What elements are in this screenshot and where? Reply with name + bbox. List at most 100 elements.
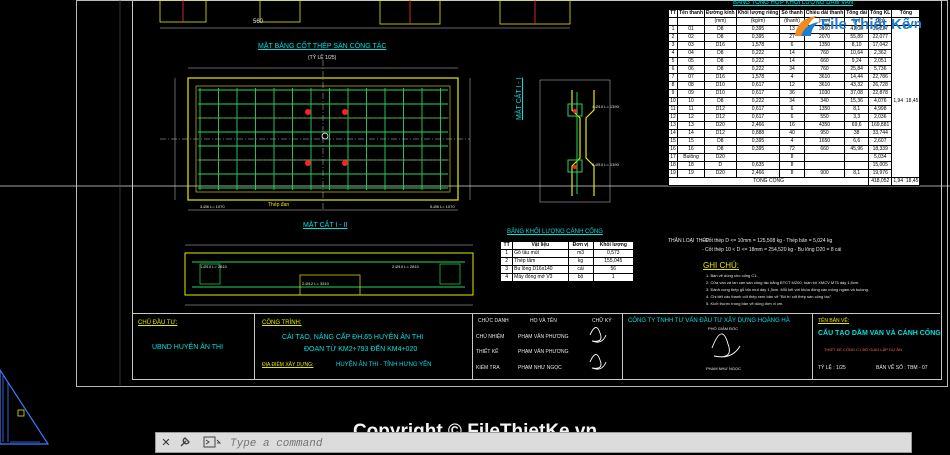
location-label: ĐỊA ĐIỂM XÂY DỰNG: xyxy=(262,362,314,368)
close-icon[interactable]: ✕ xyxy=(160,436,172,450)
command-prompt-icon[interactable] xyxy=(202,436,224,450)
table-cell: 6 xyxy=(779,105,805,114)
person-name: PHẠM VĂN PHƯƠNG xyxy=(518,334,569,340)
table-cell: 34 xyxy=(779,65,805,74)
table-cell: 01 xyxy=(677,25,705,34)
summary-table-body: 1 01 D8 0,395 13 3160 41,08 16,227 1,94 18,45 2 02… xyxy=(667,25,921,186)
col-header: Đơn vị xyxy=(567,241,594,250)
table-cell: 17,042 xyxy=(868,41,893,50)
table-cell: 08 xyxy=(677,81,705,90)
project-name: CẢI TẠO, NÂNG CẤP ĐH.65 HUYỆN ÂN THI xyxy=(282,334,424,341)
table-cell: 19 xyxy=(677,169,705,178)
table-cell: 38 xyxy=(844,129,870,138)
table-row: 14 14 D12 0,888 40 950 38 33,744 xyxy=(667,129,920,138)
table-cell: 18 xyxy=(667,161,679,170)
table-cell: 0,635 xyxy=(735,161,781,170)
table-cell: 4,076 xyxy=(868,97,893,106)
table-cell: 12 xyxy=(677,113,705,122)
table-cell: 37,08 xyxy=(844,89,870,98)
table-cell: D8 xyxy=(704,25,737,34)
summary-line: - Cốt thép 10 < D <= 18mm = 254,520 kg -… xyxy=(702,247,842,253)
table-cell: 4 xyxy=(499,273,514,282)
table-cell xyxy=(803,153,846,162)
table-cell: 17 xyxy=(667,153,679,162)
table-cell: Gỗ tấu mút xyxy=(512,249,569,258)
table-row: 4 04 D8 0,222 14 760 10,64 2,362 xyxy=(667,49,920,58)
role: THIẾT KẾ xyxy=(476,349,499,355)
table-cell: 0,617 xyxy=(735,105,781,114)
table-cell xyxy=(844,153,870,162)
table-cell: 13 xyxy=(667,121,679,130)
table-cell: 8 xyxy=(667,81,679,90)
table-cell: 04 xyxy=(677,49,705,58)
table-cell: 9,24 xyxy=(844,57,870,66)
table-cell: 4350 xyxy=(803,121,846,130)
command-line-bar[interactable]: ✕ xyxy=(155,432,912,453)
table-cell: 2 xyxy=(499,257,514,266)
table-cell: 1 xyxy=(592,273,635,282)
director-name: PHẠM NHƯ NGỌC xyxy=(706,366,741,371)
logo-domain: .vn xyxy=(903,16,922,31)
table-cell: 0,888 xyxy=(735,129,781,138)
table-cell: 14 xyxy=(677,129,705,138)
table-cell: 6 xyxy=(779,41,805,50)
table-cell: 19,976 xyxy=(868,169,893,178)
table-cell: 155,045 xyxy=(592,257,635,266)
table-cell: 950 xyxy=(803,129,846,138)
table-cell: D10 xyxy=(704,81,737,90)
gate-table-row: 1 Gỗ tấu mút m3 0,573 xyxy=(499,249,635,258)
table-row: 9 09 D10 0,617 36 1030 37,08 22,878 xyxy=(667,89,920,98)
table-cell: D8 xyxy=(704,145,737,154)
table-row: 7 07 D16 1,578 4 3610 14,44 22,786 xyxy=(667,73,920,82)
table-cell: 169,881 xyxy=(868,121,893,130)
table-cell: 4 xyxy=(667,49,679,58)
table-cell: 19 xyxy=(667,169,679,178)
table-row: 6 06 D8 0,222 34 760 25,84 5,736 xyxy=(667,65,920,74)
note-line: 4. Chi tiết các thanh cốt thép xem bản v… xyxy=(706,294,833,299)
col-header: TT xyxy=(499,241,514,250)
wrench-icon[interactable] xyxy=(178,436,192,450)
plan-rebar-drawing xyxy=(160,60,471,211)
sheet-label: TÊN BẢN VẼ: xyxy=(818,318,850,324)
table-cell: 8 xyxy=(779,161,805,170)
sheet-title: CẤU TẠO DẦM VAN VÀ CÁNH CỐNG xyxy=(818,330,941,337)
command-input[interactable] xyxy=(228,435,902,452)
table-cell: D8 xyxy=(704,49,737,58)
table-cell: 14 xyxy=(779,57,805,66)
table-cell: 22,786 xyxy=(868,73,893,82)
table-cell: 760 xyxy=(803,49,846,58)
note-line: 5. Kích thước trong bản vẽ dùng đơn vị c… xyxy=(706,301,784,306)
table-cell: 0,395 xyxy=(735,33,781,42)
rebar-label: 5-Ø10 L= 1390 xyxy=(592,162,619,167)
person-name: PHẠM VĂN PHƯƠNG xyxy=(518,349,569,355)
table-row: 5 05 D8 0,222 14 660 9,24 2,051 xyxy=(667,57,920,66)
table-cell: 3,3 xyxy=(844,113,870,122)
table-cell: kg xyxy=(567,257,594,266)
table-cell: 0,573 xyxy=(592,249,635,258)
table-row: 11 11 D12 0,617 6 1350 8,1 4,998 xyxy=(667,105,920,114)
table-cell: D12 xyxy=(704,105,737,114)
table-cell: 660 xyxy=(803,145,846,154)
table-cell: 15,36 xyxy=(844,97,870,106)
table-cell: 8,1 xyxy=(844,169,870,178)
table-cell: 8 xyxy=(779,169,805,178)
table-row: 19 19 D20 2,466 8 900 8,1 19,976 xyxy=(667,169,920,178)
title-block: CHỦ ĐẦU TƯ: UBND HUYỆN ÂN THI CÔNG TRÌNH… xyxy=(132,313,941,379)
table-row: 8 08 D10 0,617 12 3610 43,32 26,728 xyxy=(667,81,920,90)
table-cell: 10,64 xyxy=(844,49,870,58)
table-cell: 02 xyxy=(677,33,705,42)
note-line: 1. Bản vẽ dùng cho cống C1. xyxy=(706,273,758,278)
project-section: ĐOẠN TỪ KM2+793 ĐẾN KM4+020 xyxy=(304,346,418,353)
rebar-note: Thép đan xyxy=(268,202,290,208)
merged-total-a: 1,94 xyxy=(893,98,904,104)
table-cell: 8,10 xyxy=(844,41,870,50)
table-row: 15 15 D8 0,395 4 1650 6,6 2,607 xyxy=(667,137,920,146)
rebar-label: 1-Ø10 L= 2610 xyxy=(200,264,227,269)
table-row: 13 13 D20 2,466 16 4350 69,6 169,881 xyxy=(667,121,920,130)
unit-cell: (kg/m) xyxy=(735,17,781,26)
table-cell: Bu lông D16x140 xyxy=(512,265,569,274)
project-label: CÔNG TRÌNH: xyxy=(262,320,302,326)
table-cell: D16 xyxy=(704,73,737,82)
table-cell: 0,395 xyxy=(735,137,781,146)
table-cell: 5,736 xyxy=(868,65,893,74)
